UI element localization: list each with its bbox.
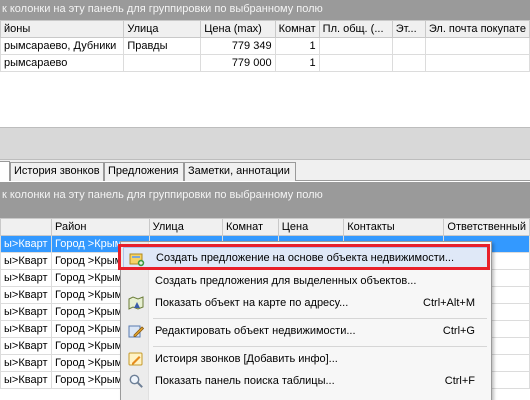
tab-offers[interactable]: Предложения	[104, 162, 184, 181]
table-cell: ы>Кварт	[0, 303, 52, 321]
top-col-header[interactable]: Пл. общ. (...	[318, 20, 393, 38]
table-cell: ы>Кварт	[0, 337, 52, 355]
menu-item-show-on-map[interactable]: Показать объект на карте по адресу... Ct…	[123, 292, 489, 314]
menu-item-label: Создать предложения для выделенных объек…	[155, 275, 417, 287]
top-grid-header: йоны Улица Цена (max) Комнат Пл. общ. (.…	[0, 20, 530, 38]
table-cell	[391, 37, 426, 55]
table-row[interactable]: рымсараево 779 000 1	[0, 54, 530, 72]
table-cell: 779 349	[200, 37, 276, 55]
table-cell: ы>Кварт	[0, 269, 52, 287]
table-cell: ы>Кварт	[0, 235, 52, 253]
menu-item-shortcut: Ctrl+G	[442, 325, 475, 337]
menu-item-create-offers-selected[interactable]: Создать предложения для выделенных объек…	[123, 270, 489, 292]
pencil-icon	[128, 352, 143, 366]
tab-call-history[interactable]: История звонков	[10, 162, 104, 181]
bottom-col-header[interactable]	[0, 218, 52, 236]
top-col-header[interactable]: йоны	[0, 20, 125, 38]
table-cell: рымсараево, Дубники	[0, 37, 125, 55]
bottom-col-header[interactable]: Цена	[277, 218, 345, 236]
bottom-col-header[interactable]: Контакты	[343, 218, 445, 236]
edit-icon	[128, 325, 144, 338]
table-cell: ы>Кварт	[0, 354, 52, 372]
top-col-header[interactable]: Эл. почта покупате	[424, 20, 530, 38]
detail-tabs: История звонков Предложения Заметки, анн…	[0, 160, 530, 181]
bottom-group-panel[interactable]: к колонки на эту панель для группировки …	[0, 182, 530, 218]
table-cell: 1	[274, 37, 320, 55]
menu-separator	[153, 346, 487, 347]
table-cell	[318, 54, 393, 72]
table-cell: рымсараево	[0, 54, 125, 72]
bottom-col-header[interactable]: Ответственный	[443, 218, 530, 236]
menu-item-call-history[interactable]: Истоиря звонков [Добавить инфо]...	[123, 348, 489, 370]
table-cell: 779 000	[200, 54, 276, 72]
table-cell	[424, 37, 530, 55]
menu-separator	[153, 318, 487, 319]
table-cell	[424, 54, 530, 72]
table-cell: Правды	[123, 37, 202, 55]
top-group-panel-hint: к колонки на эту панель для группировки …	[2, 3, 323, 15]
tab-label: Предложения	[108, 165, 179, 177]
top-col-header[interactable]: Эт...	[391, 20, 426, 38]
tab-label: Заметки, аннотации	[188, 165, 290, 177]
top-group-panel[interactable]: к колонки на эту панель для группировки …	[0, 0, 530, 20]
menu-item-label: Редактировать объект недвижимости...	[155, 325, 356, 337]
highlight-annotation-box	[118, 244, 490, 270]
table-cell: ы>Кварт	[0, 371, 52, 389]
table-cell	[318, 37, 393, 55]
tab-notes[interactable]: Заметки, аннотации	[184, 162, 296, 181]
menu-item-shortcut: Ctrl+F	[444, 375, 475, 387]
map-icon	[128, 296, 144, 310]
menu-item-show-search-panel[interactable]: Показать панель поиска таблицы... Ctrl+F	[123, 370, 489, 392]
bottom-col-header[interactable]: Комнат	[221, 218, 279, 236]
table-cell	[391, 54, 426, 72]
bottom-col-header[interactable]: Улица	[148, 218, 223, 236]
menu-item-label: Истоиря звонков [Добавить инфо]...	[155, 353, 338, 365]
top-col-header[interactable]: Комнат	[274, 20, 320, 38]
menu-item-edit-object[interactable]: Редактировать объект недвижимости... Ctr…	[123, 320, 489, 342]
table-cell: ы>Кварт	[0, 252, 52, 270]
menu-item-shortcut: Ctrl+Alt+M	[423, 297, 475, 309]
top-grid-table: йоны Улица Цена (max) Комнат Пл. общ. (.…	[0, 20, 530, 72]
table-row[interactable]: рымсараево, Дубники Правды 779 349 1	[0, 37, 530, 55]
tab-label: История звонков	[14, 165, 100, 177]
bottom-grid-header: Район Улица Комнат Цена Контакты Ответст…	[0, 218, 530, 236]
top-grid[interactable]: йоны Улица Цена (max) Комнат Пл. общ. (.…	[0, 20, 530, 72]
top-col-header[interactable]: Цена (max)	[200, 20, 276, 38]
splitter[interactable]	[0, 127, 530, 160]
table-cell: 1	[274, 54, 320, 72]
magnifier-icon	[129, 374, 143, 388]
tab-first[interactable]	[0, 161, 10, 181]
top-grid-empty-area[interactable]	[0, 72, 530, 127]
menu-item-label: Показать объект на карте по адресу...	[155, 297, 349, 309]
menu-item-label: Показать панель поиска таблицы...	[155, 375, 335, 387]
bottom-col-header[interactable]: Район	[50, 218, 150, 236]
top-col-header[interactable]: Улица	[123, 20, 202, 38]
table-cell	[123, 54, 202, 72]
table-cell: ы>Кварт	[0, 286, 52, 304]
bottom-group-panel-hint: к колонки на эту панель для группировки …	[2, 189, 323, 201]
table-cell: ы>Кварт	[0, 320, 52, 338]
